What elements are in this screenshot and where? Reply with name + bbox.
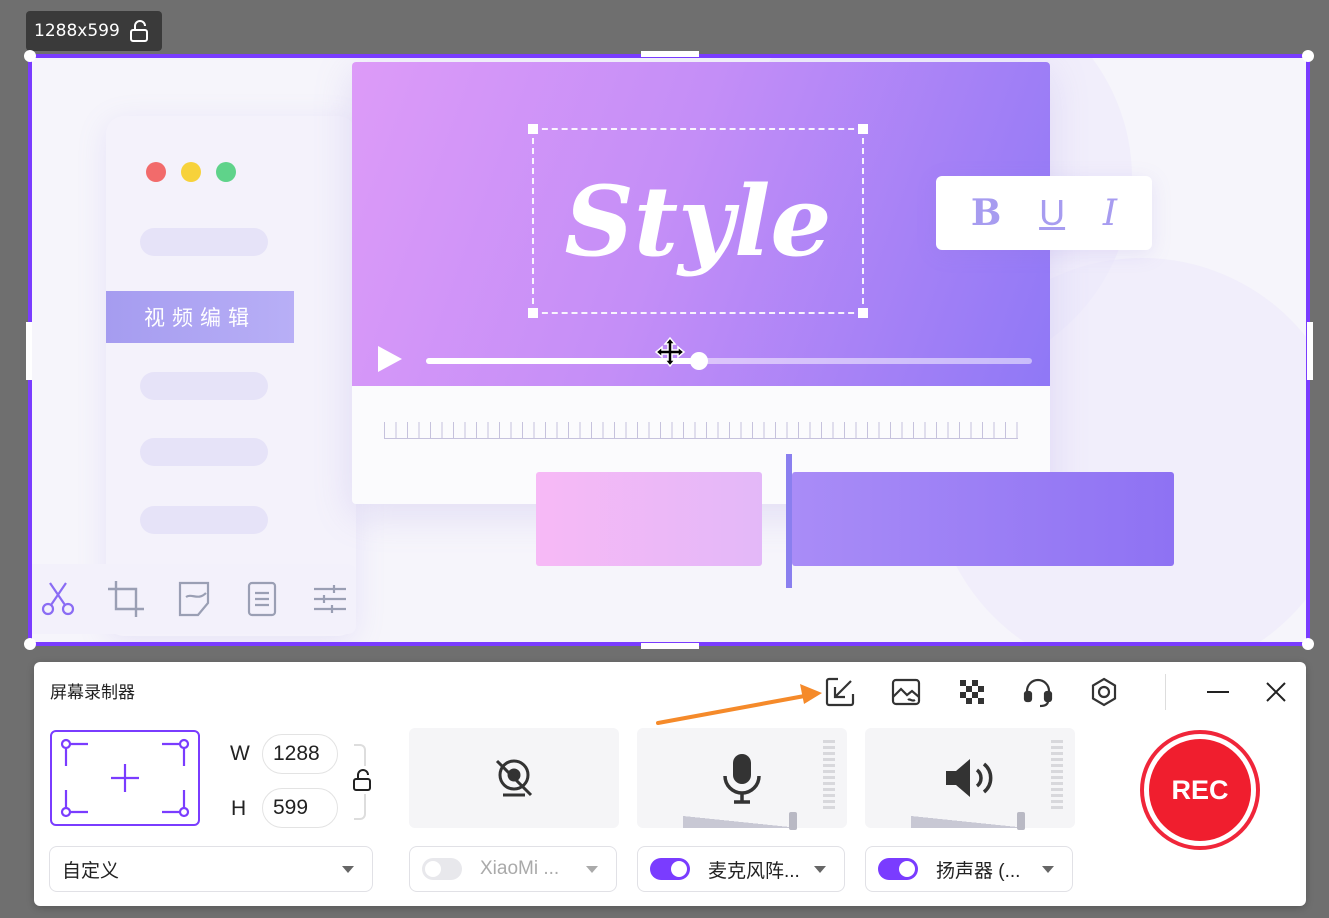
microphone-dropdown[interactable]: 麦克风阵...: [637, 846, 845, 892]
capture-region[interactable]: 视频编辑 Style B U I: [28, 54, 1310, 646]
microphone-level-meter: [823, 740, 835, 810]
speaker-volume-knob[interactable]: [1017, 812, 1025, 830]
screen-recorder-panel: 屏幕录制器 W 1288 H 599 自定义 XiaoMi ... 麦克风阵..…: [34, 662, 1306, 906]
play-icon: [378, 346, 402, 372]
microphone-icon: [723, 754, 761, 804]
resize-handle-left[interactable]: [26, 322, 32, 380]
microphone-volume-slider[interactable]: [683, 816, 799, 828]
height-label: H: [231, 797, 247, 820]
speaker-tile[interactable]: [865, 728, 1075, 830]
progress-knob: [690, 352, 708, 370]
editor-mockup: Style: [352, 62, 1050, 504]
camera-toggle[interactable]: [422, 858, 462, 880]
chevron-down-icon: [342, 866, 354, 873]
menu-pill: [140, 506, 268, 534]
selection-size-tag: 1288x599: [26, 11, 162, 51]
timeline-clip-a: [536, 472, 762, 566]
rec-label: REC: [1149, 739, 1251, 841]
width-input[interactable]: 1288: [262, 734, 338, 774]
menu-pill: [140, 438, 268, 466]
minimize-button[interactable]: [1200, 674, 1236, 710]
timeline-clip-b: [792, 472, 1174, 566]
browser-mockup: 视频编辑: [106, 116, 356, 636]
yellow-dot: [181, 162, 201, 182]
toolbar-divider: [1165, 674, 1166, 710]
select-region-button[interactable]: [50, 730, 200, 826]
menu-pill: [140, 372, 268, 400]
close-icon: [1266, 682, 1286, 702]
resize-corner-top-right[interactable]: [1302, 50, 1314, 62]
width-label: W: [230, 742, 250, 765]
crop-icon: [108, 581, 144, 617]
speaker-volume-slider[interactable]: [911, 816, 1027, 828]
sticker-icon: [178, 581, 210, 617]
resize-corner-bottom-right[interactable]: [1302, 638, 1314, 650]
speaker-level-meter: [1051, 740, 1063, 810]
resize-handle-right[interactable]: [1307, 322, 1313, 380]
italic-label: I: [1102, 192, 1118, 234]
green-dot: [216, 162, 236, 182]
camera-label: XiaoMi ...: [480, 858, 560, 879]
menu-pill: [140, 228, 268, 256]
speaker-dropdown[interactable]: 扬声器 (...: [865, 846, 1073, 892]
chevron-down-icon: [814, 866, 826, 873]
selection-size-label: 1288x599: [34, 21, 120, 41]
speaker-toggle[interactable]: [878, 858, 918, 880]
height-input[interactable]: 599: [262, 788, 338, 828]
recorder-title: 屏幕录制器: [50, 683, 135, 702]
close-button[interactable]: [1258, 674, 1294, 710]
region-mode-dropdown[interactable]: 自定义: [49, 846, 373, 892]
timeline-ruler: [384, 422, 1018, 439]
text-selection-box: Style: [528, 124, 868, 318]
chevron-down-icon: [1042, 866, 1054, 873]
move-cursor-icon: [654, 336, 686, 368]
export-icon: [825, 677, 855, 707]
style-title: Style: [564, 164, 832, 278]
resize-corner-bottom-left[interactable]: [24, 638, 36, 650]
microphone-toggle[interactable]: [650, 858, 690, 880]
red-dot: [146, 162, 166, 182]
settings-icon: [1091, 677, 1117, 707]
format-toolbar: B U I: [936, 176, 1152, 250]
editing-tool-strip: [32, 564, 356, 634]
chevron-down-icon: [586, 866, 598, 873]
settings-button[interactable]: [1086, 674, 1122, 710]
headset-icon: [1023, 678, 1053, 708]
camera-dropdown[interactable]: XiaoMi ...: [409, 846, 617, 892]
support-button[interactable]: [1020, 674, 1056, 710]
resize-handle-bottom[interactable]: [641, 643, 699, 649]
aspect-lock-button[interactable]: [348, 766, 376, 794]
camera-tile[interactable]: [409, 728, 619, 828]
screenshot-button[interactable]: [888, 674, 924, 710]
camera-off-icon: [495, 759, 533, 797]
resize-corner-top-left[interactable]: [24, 50, 36, 62]
microphone-tile[interactable]: [637, 728, 847, 830]
mosaic-icon: [960, 680, 984, 704]
unlock-icon: [353, 769, 371, 791]
export-button[interactable]: [822, 674, 858, 710]
bold-label: B: [970, 192, 1002, 234]
microphone-label: 麦克风阵...: [708, 860, 800, 882]
mosaic-button[interactable]: [954, 674, 990, 710]
sliders-icon: [314, 585, 346, 613]
document-icon: [247, 581, 277, 617]
speaker-icon: [946, 759, 993, 797]
minimize-icon: [1207, 691, 1229, 693]
sidebar-active-item: 视频编辑: [106, 291, 294, 343]
region-mode-value: 自定义: [62, 860, 120, 882]
timeline-playhead: [786, 454, 792, 588]
resize-handle-top[interactable]: [641, 51, 699, 57]
screenshot-icon: [891, 678, 921, 706]
rec-button[interactable]: REC: [1140, 730, 1260, 850]
microphone-volume-knob[interactable]: [789, 812, 797, 830]
underline-label: U: [1039, 192, 1066, 233]
scissors-icon: [41, 582, 75, 616]
unlock-icon[interactable]: [128, 19, 150, 43]
speaker-label: 扬声器 (...: [936, 860, 1021, 882]
region-crosshair-icon: [60, 738, 190, 818]
